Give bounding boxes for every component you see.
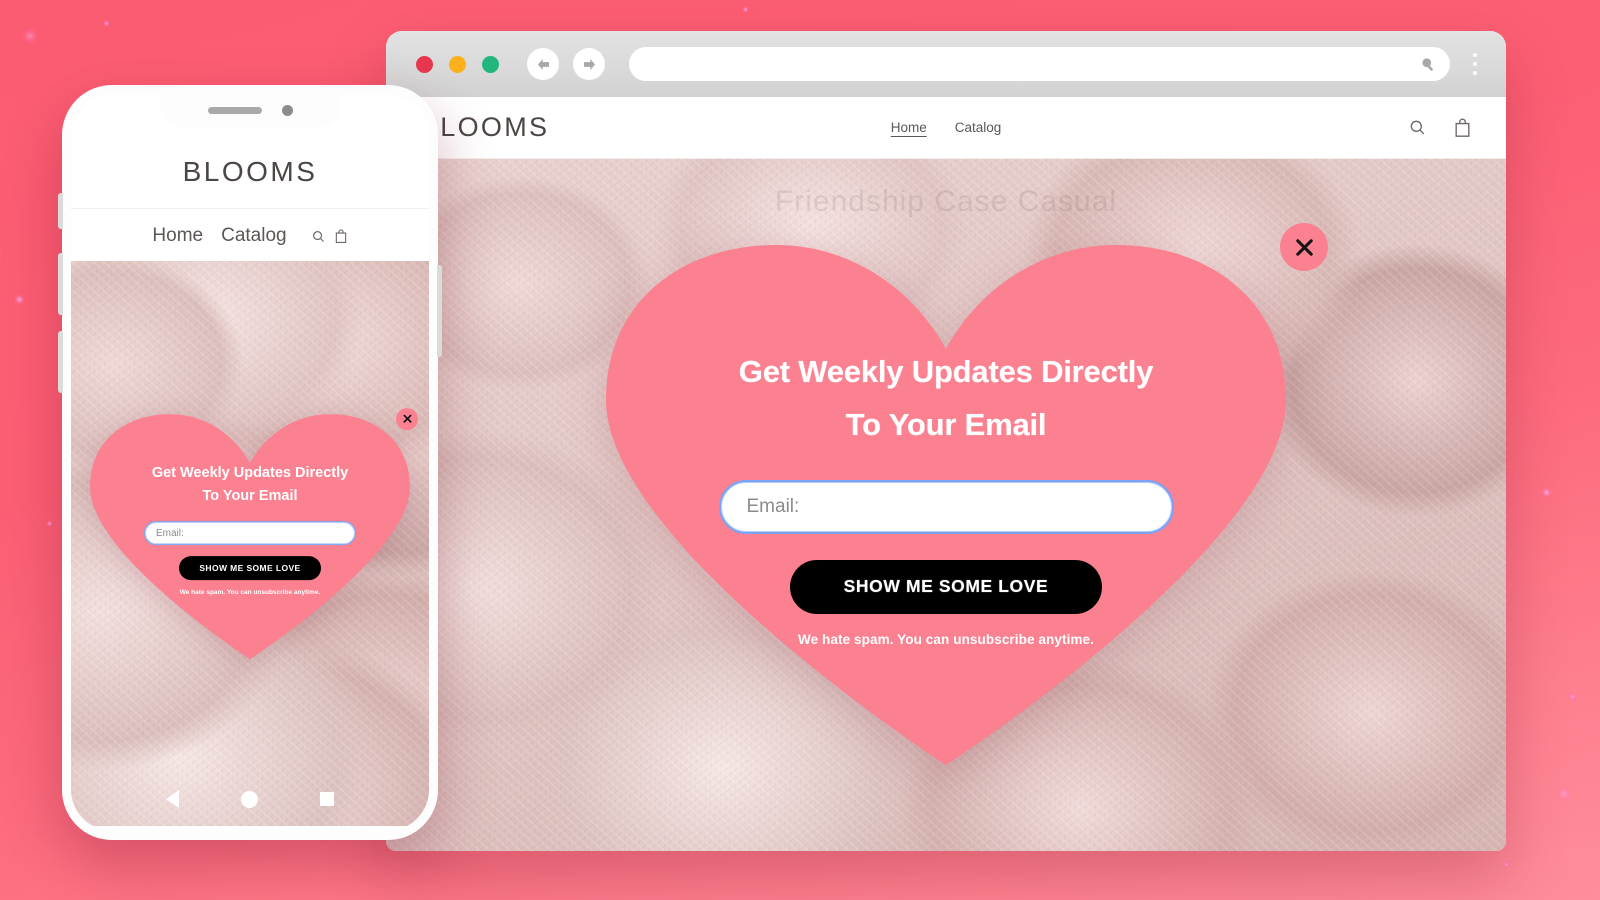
kebab-menu-icon [1473, 53, 1477, 57]
popup-content: Get Weekly Updates Directly To Your Emai… [686, 345, 1206, 647]
carousel-square-indicator[interactable] [320, 792, 334, 806]
site-navigation: Home Catalog [891, 120, 1002, 135]
site-header: BLOOMS Home Catalog [386, 97, 1506, 159]
close-icon [402, 414, 412, 423]
browser-menu-button[interactable] [1464, 53, 1486, 75]
mobile-email-input[interactable] [144, 521, 356, 546]
close-icon [1295, 238, 1313, 256]
carousel-dot-indicator[interactable] [241, 790, 258, 808]
phone-volume-up-button[interactable] [58, 253, 63, 315]
hero-section: Friendship Case Casual Get Weekly Update… [386, 159, 1506, 851]
traffic-lights [416, 55, 499, 73]
forward-button[interactable] [573, 48, 605, 80]
phone-mute-switch[interactable] [58, 193, 63, 229]
hero-caption: Friendship Case Casual [774, 185, 1118, 218]
shopping-bag-icon[interactable] [334, 228, 348, 244]
mobile-newsletter-popup: Get Weekly Updates Directly To Your Emai… [90, 407, 418, 659]
search-icon [1422, 58, 1433, 71]
arrow-left-icon [537, 58, 549, 70]
sparkle-decoration [742, 6, 749, 13]
mobile-nav-item-catalog[interactable]: Catalog [221, 225, 287, 247]
popup-title: Get Weekly Updates Directly To Your Emai… [686, 345, 1206, 452]
phone-volume-down-button[interactable] [58, 331, 63, 393]
sparkle-decoration [103, 20, 110, 27]
arrow-right-icon [583, 58, 595, 70]
phone-mockup: BLOOMS Home Catalog Get Weekly Updates D… [58, 85, 442, 840]
mobile-popup-title-line2: To Your Email [202, 488, 298, 505]
sparkle-decoration [1569, 693, 1576, 700]
popup-title-line1: Get Weekly Updates Directly [738, 354, 1154, 389]
site-brand: BLOOMS [420, 112, 550, 142]
search-icon[interactable] [311, 229, 326, 244]
close-window-button[interactable] [416, 55, 433, 73]
front-camera-icon [281, 105, 293, 116]
browser-toolbar [386, 31, 1506, 97]
mobile-hero-section: Get Weekly Updates Directly To Your Emai… [71, 261, 429, 826]
mobile-carousel-controls [71, 790, 429, 808]
sparkle-decoration [1556, 786, 1572, 802]
mobile-popup-title-line1: Get Weekly Updates Directly [151, 464, 349, 481]
nav-item-home[interactable]: Home [891, 120, 927, 135]
mobile-subscribe-button[interactable]: SHOW ME SOME LOVE [179, 556, 321, 581]
mobile-close-popup-button[interactable] [396, 407, 418, 430]
mobile-nav-item-home[interactable]: Home [152, 225, 203, 247]
header-icons [1408, 117, 1472, 138]
earpiece-speaker-icon [207, 107, 262, 114]
mobile-popup-content: Get Weekly Updates Directly To Your Emai… [134, 462, 366, 597]
sparkle-decoration [46, 520, 53, 527]
minimize-window-button[interactable] [449, 55, 466, 73]
back-button[interactable] [527, 48, 559, 80]
sparkle-decoration [1503, 861, 1510, 868]
email-input[interactable] [718, 479, 1174, 534]
shopping-bag-icon[interactable] [1453, 117, 1472, 138]
maximize-window-button[interactable] [482, 55, 499, 73]
phone-notch [161, 94, 339, 127]
browser-window: BLOOMS Home Catalog Friendship Case Casu… [386, 31, 1506, 851]
page-background: BLOOMS Home Catalog Friendship Case Casu… [0, 0, 1600, 900]
popup-disclaimer: We hate spam. You can unsubscribe anytim… [797, 631, 1095, 647]
newsletter-popup: Get Weekly Updates Directly To Your Emai… [606, 223, 1328, 765]
mobile-popup-title: Get Weekly Updates Directly To Your Emai… [134, 462, 366, 509]
mobile-navigation: Home Catalog [71, 209, 429, 261]
search-icon[interactable] [1408, 118, 1427, 137]
mobile-header-icons [311, 228, 348, 244]
nav-item-catalog[interactable]: Catalog [955, 120, 1002, 135]
subscribe-button[interactable]: SHOW ME SOME LOVE [790, 559, 1102, 614]
sparkle-decoration [14, 294, 25, 305]
phone-screen: BLOOMS Home Catalog Get Weekly Updates D… [71, 94, 429, 831]
carousel-prev-button[interactable] [166, 790, 179, 808]
phone-power-button[interactable] [437, 265, 442, 357]
url-bar[interactable] [629, 47, 1450, 81]
popup-title-line2: To Your Email [845, 407, 1047, 443]
mobile-popup-disclaimer: We hate spam. You can unsubscribe anytim… [179, 589, 321, 597]
close-popup-button[interactable] [1280, 223, 1328, 271]
sparkle-decoration [22, 28, 38, 44]
sparkle-decoration [1541, 487, 1552, 498]
